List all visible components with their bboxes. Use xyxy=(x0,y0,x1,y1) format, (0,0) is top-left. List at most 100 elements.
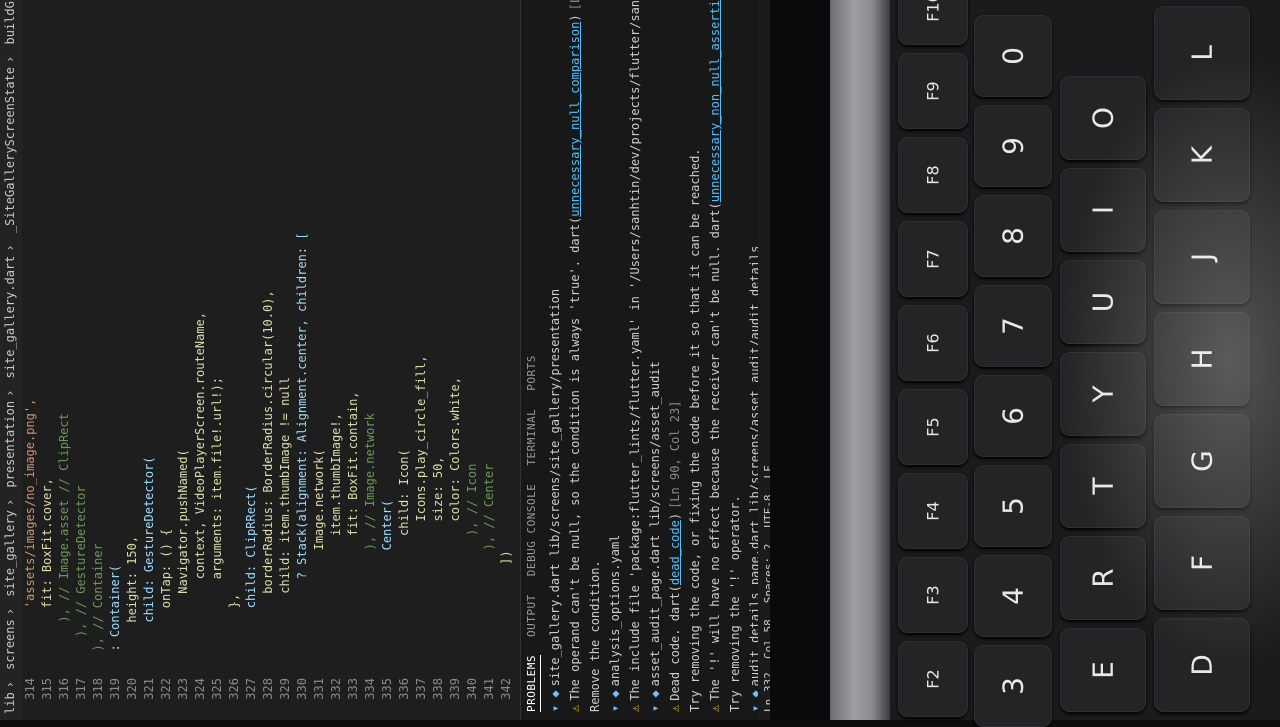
code-line[interactable]: 339 color: Colors.white, xyxy=(447,0,464,720)
key-label: E xyxy=(1086,661,1120,679)
keyboard-key: U xyxy=(1060,260,1146,344)
problem-item[interactable]: ⚠Dead code. dart(dead_code)[Ln 90, Col 2… xyxy=(665,0,685,720)
code-line[interactable]: 329 child: item.thumbImage != null xyxy=(277,0,294,720)
keyboard-key: 9 xyxy=(974,105,1052,187)
keyboard-key: 7 xyxy=(974,285,1052,367)
code-line[interactable]: 316 ), // Image.asset // ClipRect xyxy=(56,0,73,720)
code-text: child: Icon( xyxy=(397,449,411,666)
code-area[interactable]: 314 'assets/images/no_image.png', 315 fit… xyxy=(22,0,517,720)
code-line[interactable]: 332 item.thumbImage!, xyxy=(328,0,345,720)
keyboard-key: E xyxy=(1060,628,1146,712)
code-line[interactable]: 336 child: Icon( xyxy=(396,0,413,720)
line-number: 320 xyxy=(125,678,139,700)
code-line[interactable]: 334 ), // Image.network xyxy=(362,0,379,720)
rule-link[interactable]: unnecessary_null_comparison xyxy=(568,22,582,217)
keyboard-key: 4 xyxy=(974,555,1052,637)
code-line[interactable]: 342 ]) xyxy=(498,0,515,720)
warning-icon: ⚠ xyxy=(568,704,582,712)
line-number: 339 xyxy=(448,678,462,700)
code-line[interactable]: 333 fit: BoxFit.contain, xyxy=(345,0,362,720)
code-line[interactable]: 323 Navigator.pushNamed( xyxy=(175,0,192,720)
key-label: F4 xyxy=(923,501,943,521)
line-number: 330 xyxy=(295,678,309,700)
keyboard-key: F7 xyxy=(898,221,968,297)
keyboard-key: 0 xyxy=(974,15,1052,97)
code-text: onTap: () { xyxy=(159,528,173,666)
breadcrumb-item[interactable]: site_gallery.dart xyxy=(3,256,17,379)
code-text: ? Stack(alignment: Alignment.center, chi… xyxy=(295,232,309,666)
code-line[interactable]: 326 }, xyxy=(226,0,243,720)
code-text: Image.network( xyxy=(312,449,326,666)
line-number: 319 xyxy=(108,678,122,700)
breadcrumb-item[interactable]: lib xyxy=(3,692,17,714)
keyboard-key: F3 xyxy=(898,557,968,633)
code-line[interactable]: 320 height: 150, xyxy=(124,0,141,720)
code-text: ), // GestureDetector xyxy=(74,485,88,666)
tab-problems[interactable]: PROBLEMS xyxy=(525,655,541,712)
code-text: ), // Image.network xyxy=(363,413,377,666)
rule-link[interactable]: dead_code xyxy=(668,520,682,585)
code-line[interactable]: 330 ? Stack(alignment: Alignment.center,… xyxy=(294,0,311,720)
code-line[interactable]: 318 ), // Container xyxy=(90,0,107,720)
code-line[interactable]: 338 size: 50, xyxy=(430,0,447,720)
tab-debug-console[interactable]: DEBUG CONSOLE xyxy=(525,484,541,577)
code-line[interactable]: 324 context, VideoPlayerScreen.routeName… xyxy=(192,0,209,720)
key-label: O xyxy=(1086,106,1120,130)
problem-item[interactable]: ▾ ◆asset_audit_page.dart lib/screens/ass… xyxy=(645,0,665,720)
problem-item[interactable]: Remove the condition. xyxy=(585,0,605,720)
key-label: D xyxy=(1185,654,1219,676)
tab-output[interactable]: OUTPUT xyxy=(525,594,541,637)
code-line[interactable]: 341 ), // Center xyxy=(481,0,498,720)
code-line[interactable]: 319 : Container( xyxy=(107,0,124,720)
warning-icon: ⚠ xyxy=(668,704,682,712)
panel-tabs: PROBLEMS OUTPUT DEBUG CONSOLE TERMINAL P… xyxy=(521,0,545,720)
keyboard-key: F9 xyxy=(898,53,968,129)
code-line[interactable]: 327 child: ClipRRect( xyxy=(243,0,260,720)
code-line[interactable]: 331 Image.network( xyxy=(311,0,328,720)
line-number: 337 xyxy=(414,678,428,700)
code-line[interactable]: 340 ), // Icon xyxy=(464,0,481,720)
breadcrumb-item[interactable]: presentation xyxy=(3,401,17,488)
problem-item[interactable]: ⚠The include file 'package:flutter_lints… xyxy=(625,0,645,720)
key-label: L xyxy=(1185,45,1219,61)
code-line[interactable]: 328 borderRadius: BorderRadius.circular(… xyxy=(260,0,277,720)
breadcrumb-item[interactable]: site_gallery xyxy=(3,510,17,597)
tab-terminal[interactable]: TERMINAL xyxy=(525,409,541,466)
code-line[interactable]: 321 child: GestureDetector( xyxy=(141,0,158,720)
laptop-hinge xyxy=(830,0,890,720)
problem-item[interactable]: Try removing the code, or fixing the cod… xyxy=(685,0,705,720)
line-number: 336 xyxy=(397,678,411,700)
keyboard-key: 8 xyxy=(974,195,1052,277)
problem-item[interactable]: ▾ ◆analysis_options.yaml xyxy=(605,0,625,720)
line-number: 327 xyxy=(244,678,258,700)
line-number: 325 xyxy=(210,678,224,700)
key-label: I xyxy=(1086,205,1120,215)
code-text: item.thumbImage!, xyxy=(329,413,343,666)
code-line[interactable]: 314 'assets/images/no_image.png', xyxy=(22,0,39,720)
line-number: 324 xyxy=(193,678,207,700)
key-label: F5 xyxy=(923,417,943,437)
key-label: H xyxy=(1185,348,1219,370)
code-line[interactable]: 317 ), // GestureDetector xyxy=(73,0,90,720)
line-number: 342 xyxy=(499,678,513,700)
problem-item[interactable]: ⚠The '!' will have no effect because the… xyxy=(705,0,725,720)
line-number: 334 xyxy=(363,678,377,700)
code-line[interactable]: 315 fit: BoxFit.cover, xyxy=(39,0,56,720)
breadcrumb-item[interactable]: screens xyxy=(3,619,17,670)
code-line[interactable]: 337 Icons.play_circle_fill, xyxy=(413,0,430,720)
key-label: F8 xyxy=(923,165,943,185)
code-line[interactable]: 322 onTap: () { xyxy=(158,0,175,720)
breadcrumb-item[interactable]: _SiteGalleryScreenState xyxy=(3,67,17,233)
key-label: 0 xyxy=(996,47,1030,65)
problem-item[interactable]: ⚠The operand can't be null, so the condi… xyxy=(565,0,585,720)
problems-list: ▾ ◆site_gallery.dart lib/screens/site_ga… xyxy=(545,0,785,720)
keyboard-key: F4 xyxy=(898,473,968,549)
tab-ports[interactable]: PORTS xyxy=(525,355,541,391)
code-editor-window: lib› screens› site_gallery› presentation… xyxy=(0,0,782,720)
breadcrumb-item[interactable]: buildGridViewWithLazy xyxy=(3,0,17,45)
rule-link[interactable]: unnecessary_non_null_assertion xyxy=(708,0,722,202)
problem-item[interactable]: Try removing the '!' operator. xyxy=(725,0,745,720)
code-line[interactable]: 335 Center( xyxy=(379,0,396,720)
code-line[interactable]: 325 arguments: item.file!.url!); xyxy=(209,0,226,720)
problem-item[interactable]: ▾ ◆site_gallery.dart lib/screens/site_ga… xyxy=(545,0,565,720)
